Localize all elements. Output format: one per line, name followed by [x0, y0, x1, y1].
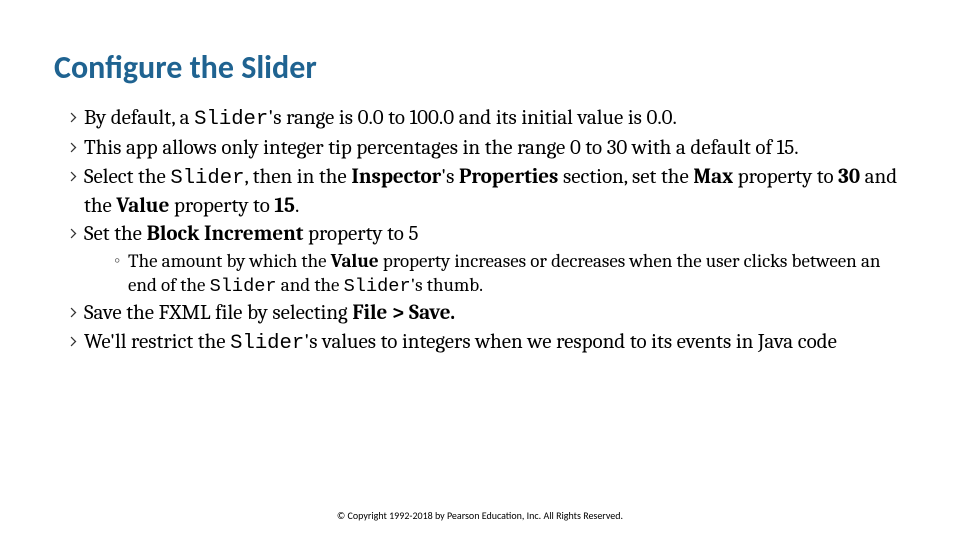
bullet-item: Select the Slider, then in the Inspector…	[66, 164, 906, 219]
sub-bullet-list: The amount by which the Value property i…	[84, 250, 906, 298]
text: and the	[277, 274, 344, 296]
code-text: Slider	[170, 167, 244, 190]
code-text: Slider	[230, 332, 304, 355]
text: property to	[169, 194, 274, 218]
text: Select the	[84, 165, 170, 189]
bold-text: Properties	[459, 165, 558, 189]
text: We'll restrict the	[84, 330, 230, 354]
text: , then in the	[244, 165, 351, 189]
text: .	[295, 194, 299, 218]
text: section, set the	[558, 165, 693, 189]
text: 's thumb.	[411, 274, 483, 296]
code-text: Slider	[344, 275, 411, 297]
bold-text: Value	[331, 250, 379, 272]
text: 's values to integers when we respond to…	[304, 330, 837, 354]
bold-text: Max	[693, 165, 733, 189]
code-text: Slider	[194, 108, 268, 131]
copyright-footer: © Copyright 1992-2018 by Pearson Educati…	[0, 509, 960, 522]
text: property to	[733, 165, 838, 189]
bold-text: 30	[838, 165, 860, 189]
text: This app allows only integer tip percent…	[84, 136, 799, 160]
sub-bullet-item: The amount by which the Value property i…	[114, 250, 906, 298]
text: 's range is 0.0 to 100.0 and its initial…	[268, 106, 677, 130]
text: Set the	[84, 222, 147, 246]
slide-title: Configure the Slider	[54, 48, 906, 87]
bold-text: File > Save.	[352, 301, 455, 325]
bold-text: Inspector	[351, 165, 441, 189]
text: Save the FXML file by selecting	[84, 301, 352, 325]
text: The amount by which the	[128, 250, 331, 272]
bullet-item: Set the Block Increment property to 5 Th…	[66, 221, 906, 298]
text: 's	[441, 165, 459, 189]
bullet-item: We'll restrict the Slider's values to in…	[66, 329, 906, 357]
bullet-item: Save the FXML file by selecting File > S…	[66, 300, 906, 327]
bold-text: Value	[116, 194, 169, 218]
bullet-item: This app allows only integer tip percent…	[66, 135, 906, 162]
bold-text: 15	[274, 194, 295, 218]
code-text: Slider	[210, 275, 277, 297]
slide: Configure the Slider By default, a Slide…	[0, 0, 960, 540]
bullet-item: By default, a Slider's range is 0.0 to 1…	[66, 105, 906, 133]
text: By default, a	[84, 106, 194, 130]
bold-text: Block Increment	[147, 222, 304, 246]
bullet-list: By default, a Slider's range is 0.0 to 1…	[54, 105, 906, 358]
text: property to 5	[303, 222, 418, 246]
